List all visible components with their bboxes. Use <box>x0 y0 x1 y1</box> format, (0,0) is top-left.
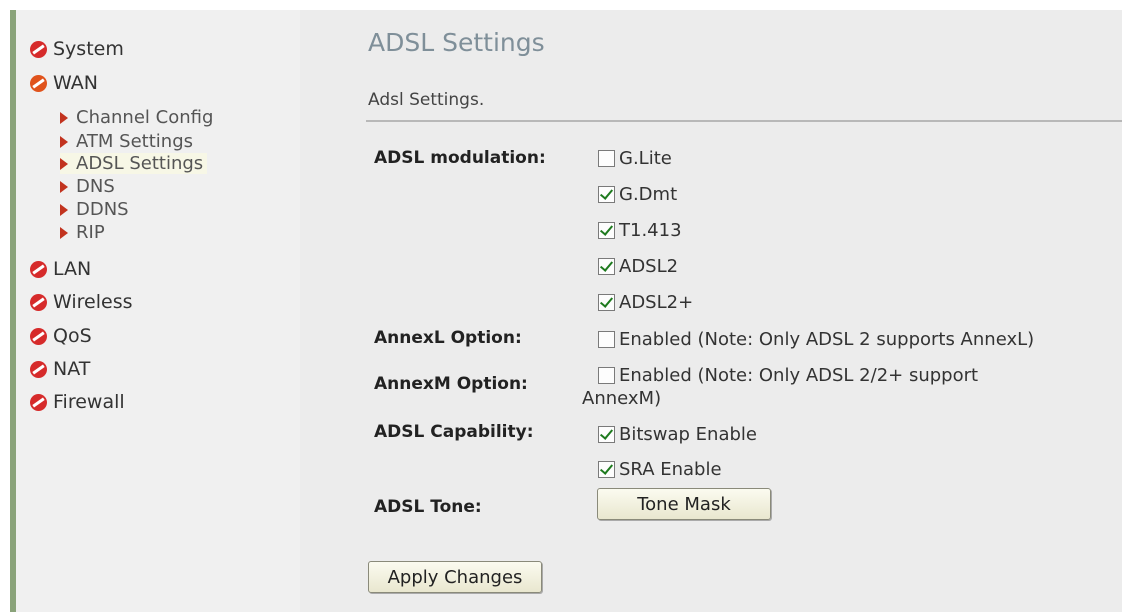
sidebar-item-wan[interactable]: WAN <box>30 72 98 94</box>
sidebar-item-firewall[interactable]: Firewall <box>30 391 125 413</box>
sidebar-subitem-label: DDNS <box>76 199 129 220</box>
sidebar-subitem-label: ADSL Settings <box>76 153 204 174</box>
annexl-checkbox[interactable] <box>598 331 615 348</box>
sra-checkbox[interactable] <box>598 461 615 478</box>
capability-option-sra[interactable]: SRA Enable <box>598 459 722 480</box>
option-label: Enabled (Note: Only ADSL 2/2+ support <box>619 365 979 386</box>
arrow-right-icon <box>60 135 68 148</box>
option-label: ADSL2+ <box>619 292 694 313</box>
arrow-right-icon <box>60 180 68 193</box>
sidebar-subitem-label: Channel Config <box>76 107 214 128</box>
sidebar-item-label: Wireless <box>53 291 133 313</box>
modulation-option-t1413[interactable]: T1.413 <box>598 220 682 241</box>
no-entry-icon <box>30 293 47 311</box>
sidebar-menu: System WAN Channel Config ATM Settings A… <box>16 10 300 612</box>
sidebar-subitem-ddns[interactable]: DDNS <box>60 199 129 220</box>
sidebar-subitem-label: DNS <box>76 176 115 197</box>
annexm-checkbox[interactable] <box>598 367 615 384</box>
no-entry-icon <box>30 393 47 411</box>
bitswap-checkbox[interactable] <box>598 426 615 443</box>
arrow-right-icon <box>60 157 68 170</box>
annexl-option[interactable]: Enabled (Note: Only ADSL 2 supports Anne… <box>598 329 1034 350</box>
sidebar-item-label: LAN <box>53 258 92 280</box>
divider <box>366 120 1122 122</box>
sidebar-subitem-channel-config[interactable]: Channel Config <box>60 107 213 128</box>
router-admin-page: System WAN Channel Config ATM Settings A… <box>0 0 1126 612</box>
no-entry-icon <box>30 360 47 378</box>
arrow-right-icon <box>60 203 68 216</box>
annexm-label: AnnexM Option: <box>374 374 528 394</box>
adsl2-checkbox[interactable] <box>598 258 615 275</box>
modulation-option-adsl2plus[interactable]: ADSL2+ <box>598 292 693 313</box>
sidebar-item-label: WAN <box>53 72 98 94</box>
sidebar-item-lan[interactable]: LAN <box>30 258 91 280</box>
sidebar-subitem-dns[interactable]: DNS <box>60 176 115 197</box>
option-label: Bitswap Enable <box>619 424 757 445</box>
main-content: ADSL Settings Adsl Settings. ADSL modula… <box>300 10 1122 612</box>
sidebar-item-label: Firewall <box>53 391 125 413</box>
annexl-label: AnnexL Option: <box>374 328 522 348</box>
sidebar-item-wireless[interactable]: Wireless <box>30 291 133 313</box>
sidebar-item-label: QoS <box>53 325 92 347</box>
glite-checkbox[interactable] <box>598 150 615 167</box>
no-entry-icon <box>30 74 47 92</box>
option-label: G.Dmt <box>619 184 678 205</box>
apply-changes-button[interactable]: Apply Changes <box>368 561 542 593</box>
sidebar-item-nat[interactable]: NAT <box>30 358 90 380</box>
t1413-checkbox[interactable] <box>598 222 615 239</box>
capability-option-bitswap[interactable]: Bitswap Enable <box>598 424 757 445</box>
modulation-option-gdmt[interactable]: G.Dmt <box>598 184 677 205</box>
tone-mask-button[interactable]: Tone Mask <box>597 488 771 520</box>
page-title: ADSL Settings <box>368 28 545 57</box>
capability-label: ADSL Capability: <box>374 422 534 442</box>
modulation-option-adsl2[interactable]: ADSL2 <box>598 256 678 277</box>
option-label: ADSL2 <box>619 256 679 277</box>
annexm-option-label-wrap: AnnexM) <box>582 388 662 409</box>
sidebar-item-label: NAT <box>53 358 91 380</box>
no-entry-icon <box>30 40 47 58</box>
annexm-option[interactable]: Enabled (Note: Only ADSL 2/2+ support <box>598 365 978 386</box>
tone-label: ADSL Tone: <box>374 497 482 517</box>
sidebar-item-qos[interactable]: QoS <box>30 325 92 347</box>
sidebar-subitem-label: ATM Settings <box>76 131 193 152</box>
arrow-right-icon <box>60 111 68 124</box>
sidebar-item-label: System <box>53 38 124 60</box>
sidebar-subitem-label: RIP <box>76 222 105 243</box>
gdmt-checkbox[interactable] <box>598 186 615 203</box>
sidebar-subitem-adsl-settings[interactable]: ADSL Settings <box>60 153 208 174</box>
option-label: G.Lite <box>619 148 672 169</box>
no-entry-icon <box>30 327 47 345</box>
modulation-label: ADSL modulation: <box>374 148 546 168</box>
option-label: Enabled (Note: Only ADSL 2 supports Anne… <box>619 329 1035 350</box>
sidebar-subitem-atm-settings[interactable]: ATM Settings <box>60 131 193 152</box>
modulation-option-glite[interactable]: G.Lite <box>598 148 672 169</box>
adsl2plus-checkbox[interactable] <box>598 294 615 311</box>
arrow-right-icon <box>60 226 68 239</box>
page-subtitle: Adsl Settings. <box>368 90 485 110</box>
sidebar-subitem-rip[interactable]: RIP <box>60 222 105 243</box>
no-entry-icon <box>30 260 47 278</box>
option-label: T1.413 <box>619 220 682 241</box>
sidebar-item-system[interactable]: System <box>30 38 124 60</box>
option-label: SRA Enable <box>619 459 722 480</box>
